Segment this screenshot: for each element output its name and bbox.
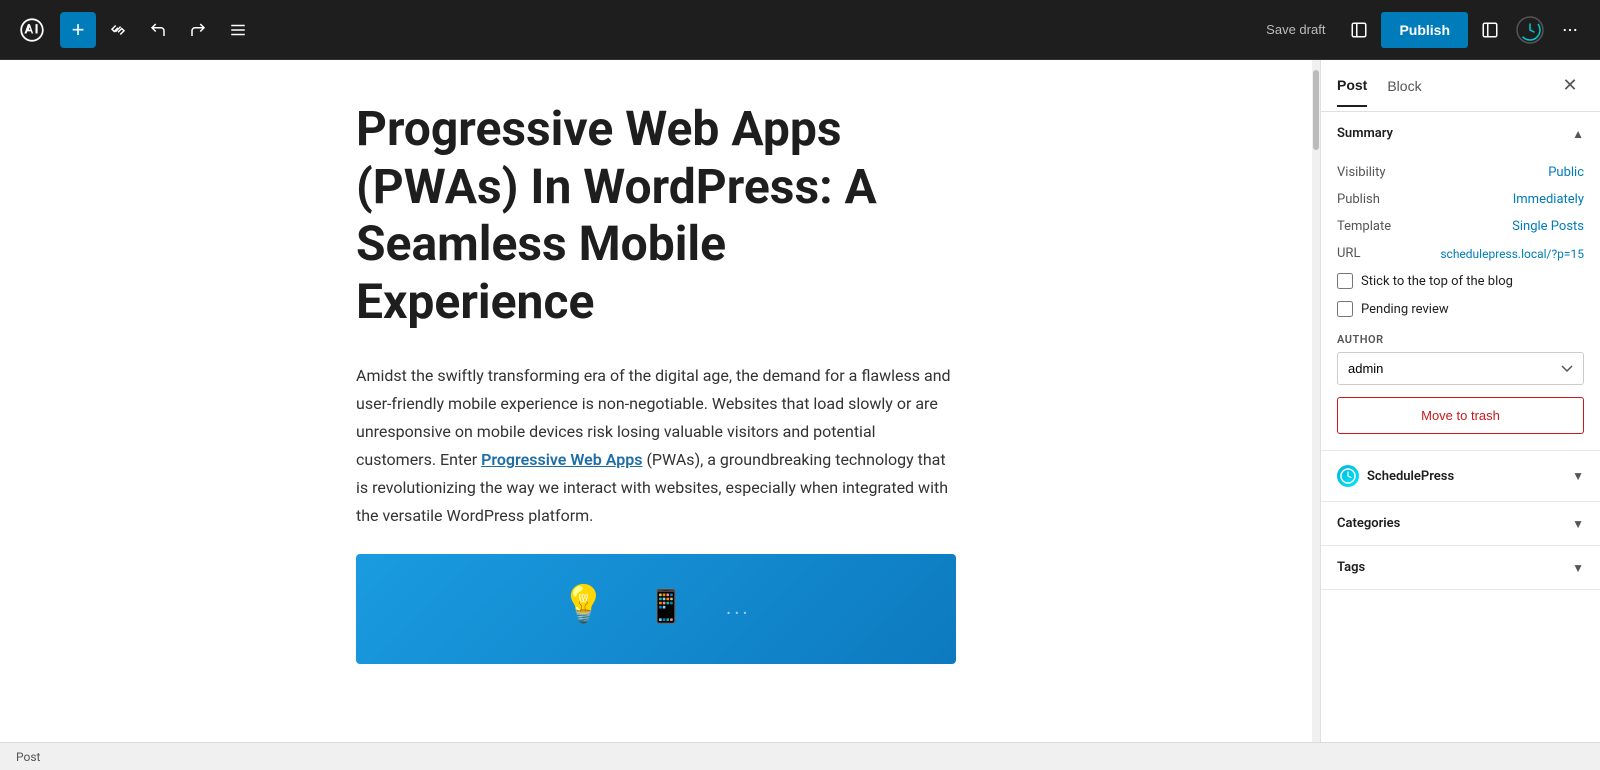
visibility-value[interactable]: Public <box>1548 165 1584 180</box>
stick-to-top-label[interactable]: Stick to the top of the blog <box>1361 274 1513 289</box>
post-title[interactable]: Progressive Web Apps (PWAs) In WordPress… <box>356 100 956 330</box>
template-value[interactable]: Single Posts <box>1512 219 1584 234</box>
publish-value[interactable]: Immediately <box>1513 192 1584 207</box>
editor-area[interactable]: Progressive Web Apps (PWAs) In WordPress… <box>0 60 1312 742</box>
url-value[interactable]: schedulepress.local/?p=15 <box>1440 247 1584 261</box>
document-overview-button[interactable] <box>220 12 256 48</box>
template-row: Template Single Posts <box>1337 213 1584 240</box>
pending-review-checkbox[interactable] <box>1337 301 1353 317</box>
summary-chevron-icon: ▲ <box>1572 127 1584 141</box>
tags-chevron-icon: ▼ <box>1572 561 1584 575</box>
schedulepress-title: SchedulePress <box>1367 469 1454 484</box>
pending-review-label[interactable]: Pending review <box>1361 302 1449 317</box>
author-label: AUTHOR <box>1337 333 1584 346</box>
undo-button[interactable] <box>140 12 176 48</box>
wp-logo[interactable] <box>12 10 52 50</box>
phone-icon: 📱 <box>646 587 686 625</box>
url-row: URL schedulepress.local/?p=15 <box>1337 240 1584 267</box>
post-featured-image: 💡 📱 ··· <box>356 554 956 664</box>
summary-title: Summary <box>1337 126 1393 141</box>
redo-button[interactable] <box>180 12 216 48</box>
pwa-link[interactable]: Progressive Web Apps <box>481 450 642 469</box>
categories-title: Categories <box>1337 516 1400 531</box>
summary-section-body: Visibility Public Publish Immediately Te… <box>1321 155 1600 450</box>
sidebar-tabs: Post Block ✕ <box>1321 60 1600 112</box>
more-options-button[interactable] <box>1552 12 1588 48</box>
template-label: Template <box>1337 219 1391 234</box>
schedulepress-section: SchedulePress ▼ <box>1321 451 1600 502</box>
save-draft-button[interactable]: Save draft <box>1254 14 1337 45</box>
publish-row: Publish Immediately <box>1337 186 1584 213</box>
sidebar-scrollbar-thumb[interactable] <box>1313 70 1319 150</box>
main-area: Progressive Web Apps (PWAs) In WordPress… <box>0 60 1600 742</box>
pending-review-row: Pending review <box>1337 295 1584 323</box>
toolbar: + Save draft Publish <box>0 0 1600 60</box>
sidebar-close-button[interactable]: ✕ <box>1556 72 1584 100</box>
author-select[interactable]: admin <box>1337 352 1584 385</box>
schedulepress-section-header[interactable]: SchedulePress ▼ <box>1321 451 1600 501</box>
visibility-label: Visibility <box>1337 165 1386 180</box>
move-to-trash-button[interactable]: Move to trash <box>1337 397 1584 434</box>
schedulepress-row: SchedulePress <box>1337 465 1454 487</box>
categories-section: Categories ▼ <box>1321 502 1600 546</box>
view-button[interactable] <box>1341 12 1377 48</box>
tab-block[interactable]: Block <box>1387 66 1421 106</box>
categories-chevron-icon: ▼ <box>1572 517 1584 531</box>
publish-button[interactable]: Publish <box>1381 12 1468 48</box>
summary-section-header[interactable]: Summary ▲ <box>1321 112 1600 155</box>
tools-button[interactable] <box>100 12 136 48</box>
settings-button[interactable] <box>1472 12 1508 48</box>
tags-section: Tags ▼ <box>1321 546 1600 590</box>
categories-section-header[interactable]: Categories ▼ <box>1321 502 1600 545</box>
summary-section: Summary ▲ Visibility Public Publish Imme… <box>1321 112 1600 451</box>
bulb-icon: 💡 <box>561 583 606 625</box>
post-body[interactable]: Amidst the swiftly transforming era of t… <box>356 362 956 530</box>
dots-decoration: ··· <box>726 601 751 625</box>
stick-to-top-row: Stick to the top of the blog <box>1337 267 1584 295</box>
tab-post[interactable]: Post <box>1337 65 1367 107</box>
footer-bar: Post <box>0 742 1600 770</box>
add-block-button[interactable]: + <box>60 12 96 48</box>
footer-label: Post <box>16 750 40 764</box>
sidebar-scrollbar-track[interactable] <box>1312 60 1320 742</box>
editor-content: Progressive Web Apps (PWAs) In WordPress… <box>316 100 996 664</box>
schedulepress-logo <box>1337 465 1359 487</box>
visibility-row: Visibility Public <box>1337 159 1584 186</box>
publish-label: Publish <box>1337 192 1380 207</box>
url-label: URL <box>1337 246 1360 261</box>
tags-section-header[interactable]: Tags ▼ <box>1321 546 1600 589</box>
sidebar-panel: Post Block ✕ Summary ▲ Visibility Public… <box>1320 60 1600 742</box>
schedulepress-icon[interactable] <box>1512 12 1548 48</box>
tags-title: Tags <box>1337 560 1365 575</box>
schedulepress-chevron-icon: ▼ <box>1572 469 1584 483</box>
stick-to-top-checkbox[interactable] <box>1337 273 1353 289</box>
